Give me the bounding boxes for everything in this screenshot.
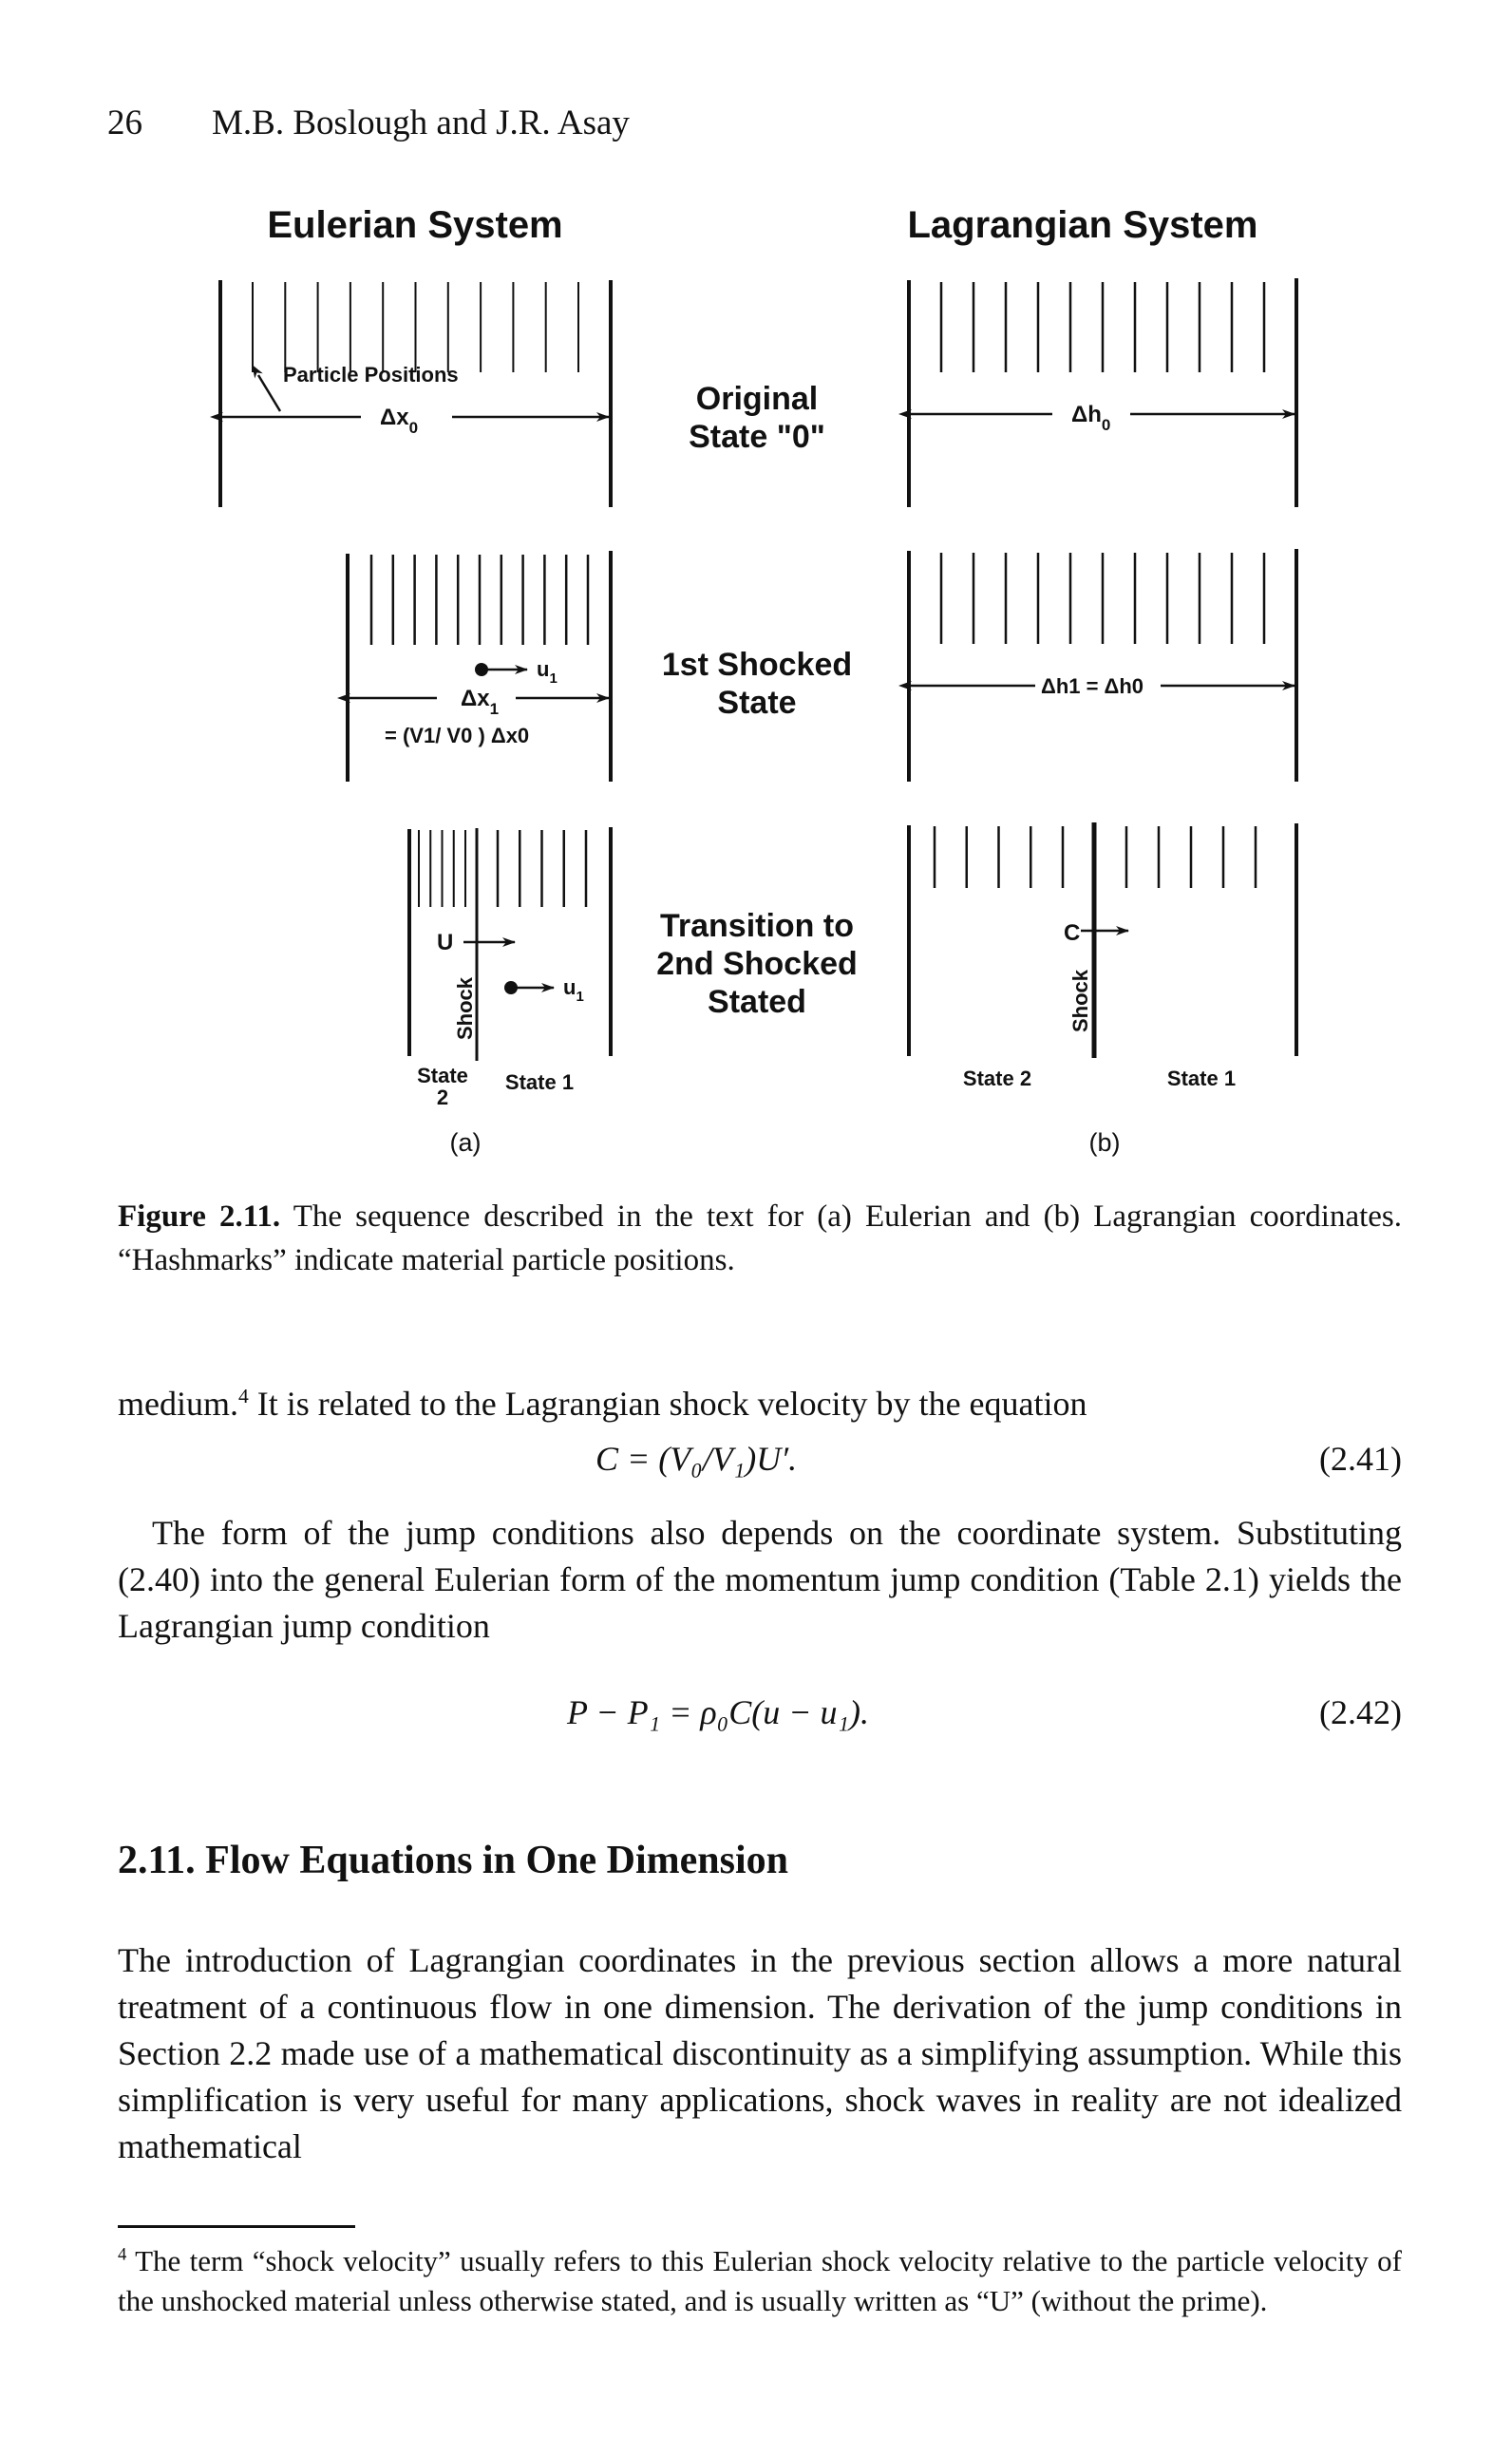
particle-hashmarks (252, 282, 579, 372)
dimension-label-dh0: Δh0 (1071, 402, 1110, 434)
state-2-label-line2: 2 (437, 1086, 448, 1109)
lagrangian-transition-box: C Shock State 2 State 1 (907, 822, 1298, 1090)
particle-positions-label: Particle Positions (283, 363, 459, 387)
figure-caption: Figure 2.11. The sequence described in t… (118, 1195, 1402, 1282)
eulerian-original-box: Particle Positions Δx0 (210, 280, 613, 507)
footnote-text: The term “shock velocity” usually refers… (118, 2244, 1402, 2317)
figure-2-11-diagram: Particle Positions Δx0 Δh0 u1 Δx1 = (V1/… (210, 278, 1298, 1109)
footnote: 4 The term “shock velocity” usually refe… (118, 2241, 1402, 2321)
velocity-label-u1: u1 (563, 975, 584, 1005)
equation-2-42: P − P₁ = ρ₀C(u − u₁). (567, 1693, 870, 1731)
shock-label: Shock (453, 976, 477, 1040)
particle-hashmarks (939, 282, 1266, 372)
dimension-label-dx0: Δx0 (380, 405, 418, 437)
state-1-label: State 1 (1167, 1067, 1236, 1090)
body-paragraph-2: The form of the jump conditions also dep… (118, 1514, 1402, 1645)
lagrangian-first-shocked-box: Δh1 = Δh0 (898, 549, 1298, 782)
footnote-reference[interactable]: 4 (238, 1385, 249, 1407)
body-paragraph-3: The introduction of Lagrangian coordinat… (118, 1941, 1402, 2165)
shock-velocity-label-U: U (437, 930, 453, 955)
eulerian-transition-box: U Shock u1 State 2 State 1 (407, 827, 613, 1109)
shock-label: Shock (1068, 969, 1092, 1032)
particle-pointer-arrow (252, 364, 282, 412)
dimension-relation: = (V1/ V0 ) Δx0 (385, 724, 529, 747)
velocity-label-u1: u1 (537, 657, 558, 687)
equation-number-2-42: (2.42) (1319, 1693, 1402, 1731)
footnote-marker: 4 (118, 2244, 127, 2265)
panel-label-b: (b) (1088, 1128, 1121, 1157)
state-1-label: State 1 (505, 1070, 574, 1094)
footnote-rule (118, 2225, 355, 2228)
section-title: 2.11. Flow Equations in One Dimension (118, 1839, 788, 1882)
lagrangian-original-box: Δh0 (898, 278, 1298, 507)
eulerian-first-shocked-box: u1 Δx1 = (V1/ V0 ) Δx0 (337, 551, 613, 782)
state-2-label: State 2 (963, 1067, 1031, 1090)
figure-caption-label: Figure 2.11. (118, 1199, 281, 1234)
particle-hashmarks (418, 830, 588, 907)
equation-number-2-41: (2.41) (1319, 1440, 1402, 1478)
panel-label-a: (a) (449, 1128, 482, 1157)
figure-caption-text: The sequence described in the text for (… (118, 1199, 1402, 1277)
dimension-label-dh1-eq-dh0: Δh1 = Δh0 (1041, 674, 1143, 698)
equation-2-41: C = (V₀/V₁)U′. (595, 1440, 798, 1478)
particle-hashmarks (369, 555, 590, 645)
state-2-label-line1: State (417, 1064, 468, 1087)
shock-velocity-label-C: C (1064, 920, 1080, 946)
particle-hashmarks (939, 553, 1266, 644)
dimension-label-dx1: Δx1 (461, 686, 499, 718)
body-paragraph-1: medium.4 It is related to the Lagrangian… (118, 1385, 1087, 1423)
